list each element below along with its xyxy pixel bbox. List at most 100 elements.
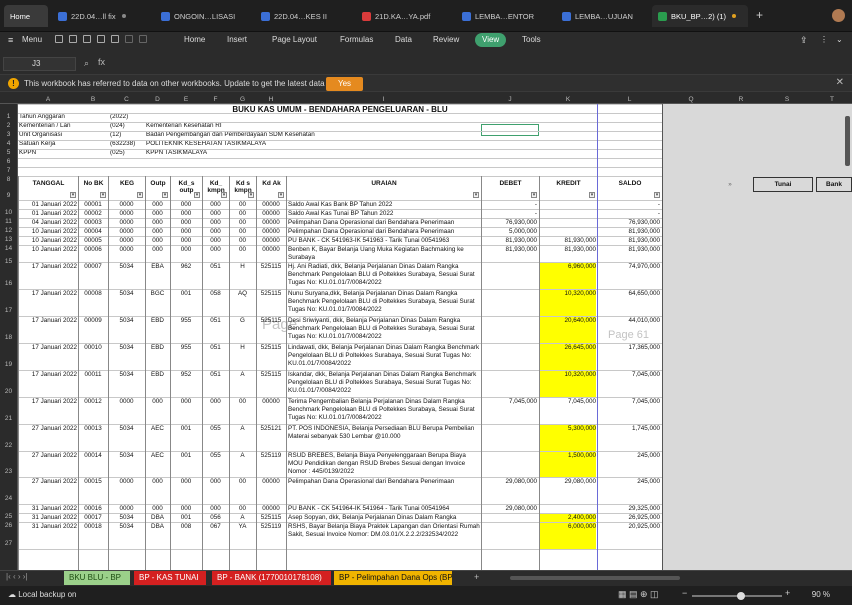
column-header[interactable]: E [170, 96, 202, 103]
data-cell[interactable]: 000 [171, 219, 201, 227]
tab-home[interactable]: Home [4, 5, 48, 27]
info-label[interactable]: KPPN [19, 149, 78, 158]
data-cell[interactable]: 10 Januari 2022 [19, 246, 77, 254]
data-cell[interactable]: 00 [230, 237, 255, 245]
description-cell[interactable]: PU BANK - CK 541963-IK 541963 - Tarik Tu… [288, 237, 480, 245]
data-cell[interactable]: 00006 [79, 246, 107, 254]
data-cell[interactable]: 000 [203, 201, 228, 209]
data-cell[interactable]: 000 [146, 219, 169, 227]
filter-dropdown-icon[interactable]: ▾ [278, 192, 284, 198]
kredit-cell[interactable]: 29,080,000 [540, 477, 596, 504]
row-header[interactable]: 11 [0, 218, 17, 225]
row-header[interactable]: 26 [0, 522, 17, 529]
info-code[interactable]: (632238) [110, 140, 145, 149]
data-cell[interactable]: 000 [203, 237, 228, 245]
kredit-cell[interactable]: 7,045,000 [540, 397, 596, 424]
column-header[interactable]: C [108, 96, 145, 103]
kredit-cell[interactable]: 5,300,000 [540, 424, 596, 451]
chevron-down-icon[interactable]: ⌄ [836, 35, 843, 44]
kredit-cell[interactable]: 1,500,000 [540, 451, 596, 477]
data-cell[interactable]: 001 [171, 452, 201, 460]
saldo-cell[interactable]: - [598, 201, 660, 209]
row-header[interactable]: 5 [0, 149, 17, 156]
data-cell[interactable]: 0000 [109, 398, 144, 406]
data-cell[interactable]: 00017 [79, 514, 107, 522]
data-cell[interactable]: 5034 [109, 452, 144, 460]
info-code[interactable]: (025) [110, 149, 145, 158]
column-header[interactable]: K [539, 96, 597, 103]
column-title-tunai[interactable]: Tunai [753, 177, 813, 192]
description-cell[interactable]: PT. POS INDONESIA, Belanja Persediaan BL… [288, 425, 480, 451]
data-cell[interactable]: 000 [203, 505, 228, 513]
data-cell[interactable]: 00011 [79, 371, 107, 379]
data-cell[interactable]: 051 [203, 317, 228, 325]
data-cell[interactable]: EBA [146, 263, 169, 271]
info-code[interactable]: (024) [110, 122, 145, 131]
column-header[interactable]: J [481, 96, 539, 103]
data-cell[interactable]: 000 [146, 210, 169, 218]
new-tab-icon[interactable]: + [756, 8, 763, 22]
row-header[interactable]: 2 [0, 122, 17, 129]
data-cell[interactable]: 00015 [79, 478, 107, 486]
kredit-cell[interactable]: 6,000,000 [540, 522, 596, 549]
data-cell[interactable]: 000 [146, 398, 169, 406]
data-cell[interactable]: 00000 [257, 398, 285, 406]
data-cell[interactable]: 051 [203, 263, 228, 271]
horizontal-scrollbar[interactable] [510, 576, 680, 580]
column-header[interactable]: L [597, 96, 662, 103]
undo-icon[interactable] [125, 35, 133, 43]
data-cell[interactable]: AEC [146, 452, 169, 460]
row-header[interactable]: 17 [0, 307, 17, 314]
debet-cell[interactable] [482, 317, 537, 325]
column-header[interactable]: I [286, 96, 481, 103]
row-header[interactable]: 9 [0, 192, 17, 199]
sheet-tab-pelimpahan[interactable]: BP - Pelimpahan Dana Ops (BP) [334, 571, 452, 585]
view-mode-icons[interactable]: ▦ ▤ ⊕ ◫ [618, 589, 659, 600]
data-cell[interactable]: A [230, 371, 255, 379]
data-cell[interactable]: 001 [171, 514, 201, 522]
data-cell[interactable]: 000 [146, 228, 169, 236]
data-cell[interactable]: 000 [203, 478, 228, 486]
description-cell[interactable]: Terima Pengembalian Belanja Perjalanan D… [288, 398, 480, 424]
data-cell[interactable]: AEC [146, 425, 169, 433]
expand-arrow-icon[interactable]: » [720, 181, 740, 189]
data-cell[interactable]: 00002 [79, 210, 107, 218]
row-header[interactable]: 24 [0, 495, 17, 502]
data-cell[interactable]: 000 [146, 246, 169, 254]
filter-dropdown-icon[interactable]: ▾ [194, 192, 200, 198]
data-cell[interactable]: 962 [171, 263, 201, 271]
data-cell[interactable]: 00000 [257, 210, 285, 218]
data-cell[interactable]: 525119 [257, 523, 285, 531]
data-cell[interactable]: 5034 [109, 290, 144, 298]
zoom-level[interactable]: 90 % [812, 590, 830, 599]
data-cell[interactable]: 00000 [257, 246, 285, 254]
data-cell[interactable]: 055 [203, 452, 228, 460]
saldo-cell[interactable]: 29,325,000 [598, 505, 660, 513]
menu-item-data[interactable]: Data [395, 35, 412, 44]
data-cell[interactable]: 00 [230, 219, 255, 227]
data-cell[interactable]: 000 [146, 237, 169, 245]
data-cell[interactable]: 31 Januari 2022 [19, 523, 77, 531]
row-header[interactable]: 6 [0, 158, 17, 165]
data-cell[interactable]: 051 [203, 344, 228, 352]
data-cell[interactable]: 058 [203, 290, 228, 298]
row-header[interactable]: 1 [0, 113, 17, 120]
data-cell[interactable]: 001 [171, 290, 201, 298]
debet-cell[interactable] [482, 344, 537, 352]
filter-dropdown-icon[interactable]: ▾ [248, 192, 254, 198]
filter-dropdown-icon[interactable]: ▾ [137, 192, 143, 198]
menu-button[interactable]: Menu [22, 35, 42, 44]
column-header[interactable]: B [78, 96, 108, 103]
data-cell[interactable]: 0000 [109, 219, 144, 227]
debet-cell[interactable]: 81,930,000 [482, 246, 537, 254]
info-code[interactable]: (12) [110, 131, 145, 140]
data-cell[interactable]: H [230, 263, 255, 271]
kredit-cell[interactable] [540, 504, 596, 513]
data-cell[interactable]: 00014 [79, 452, 107, 460]
data-cell[interactable]: 000 [203, 210, 228, 218]
column-header[interactable]: R [720, 96, 762, 103]
row-header[interactable]: 25 [0, 513, 17, 520]
kredit-cell[interactable] [540, 218, 596, 227]
data-cell[interactable]: 00 [230, 505, 255, 513]
data-cell[interactable]: 5034 [109, 523, 144, 531]
